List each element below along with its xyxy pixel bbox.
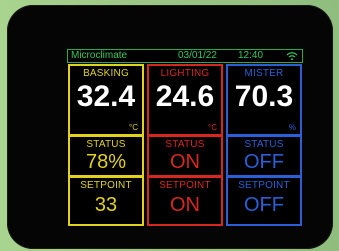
lighting-reading: 24.6 xyxy=(155,80,215,113)
mister-unit: % xyxy=(288,123,296,132)
device-bezel: Microclimate 03/01/22 12:40 BASKING 32.4… xyxy=(7,5,333,249)
lighting-setpoint-value: ON xyxy=(170,194,200,216)
mister-reading: 70.3 xyxy=(234,80,294,113)
mister-setpoint-value: OFF xyxy=(244,194,284,216)
lighting-reading-cell[interactable]: LIGHTING 24.6 °C xyxy=(147,64,223,136)
lighting-setpoint-cell[interactable]: SETPOINT ON xyxy=(147,176,223,226)
basking-status-value: 78% xyxy=(85,151,127,173)
display-screen: Microclimate 03/01/22 12:40 BASKING 32.4… xyxy=(67,49,303,227)
basking-unit: °C xyxy=(129,123,138,132)
mister-status-value: OFF xyxy=(244,151,284,173)
date-readout: 03/01/22 xyxy=(178,50,217,61)
wifi-icon xyxy=(286,52,298,61)
mister-title: MISTER xyxy=(244,68,284,79)
basking-status-cell[interactable]: STATUS 78% xyxy=(68,135,144,177)
basking-reading-cell[interactable]: BASKING 32.4 °C xyxy=(68,64,144,136)
lighting-status-value: ON xyxy=(170,151,200,173)
basking-status-label: STATUS xyxy=(86,139,126,150)
time-readout: 12:40 xyxy=(238,50,264,61)
basking-setpoint-label: SETPOINT xyxy=(80,180,132,191)
basking-setpoint-cell[interactable]: SETPOINT 33 xyxy=(68,176,144,226)
basking-reading: 32.4 xyxy=(76,80,136,113)
app-title: Microclimate xyxy=(71,50,128,61)
status-bar: Microclimate 03/01/22 12:40 xyxy=(67,49,303,63)
mister-status-label: STATUS xyxy=(244,139,284,150)
mister-setpoint-cell[interactable]: SETPOINT OFF xyxy=(226,176,302,226)
lighting-title: LIGHTING xyxy=(160,68,210,79)
mister-setpoint-label: SETPOINT xyxy=(238,180,290,191)
lighting-status-cell[interactable]: STATUS ON xyxy=(147,135,223,177)
mister-reading-cell[interactable]: MISTER 70.3 % xyxy=(226,64,302,136)
basking-setpoint-value: 33 xyxy=(94,194,118,216)
basking-title: BASKING xyxy=(83,68,129,79)
lighting-unit: °C xyxy=(208,123,217,132)
lighting-status-label: STATUS xyxy=(165,139,205,150)
mister-status-cell[interactable]: STATUS OFF xyxy=(226,135,302,177)
lighting-setpoint-label: SETPOINT xyxy=(159,180,211,191)
